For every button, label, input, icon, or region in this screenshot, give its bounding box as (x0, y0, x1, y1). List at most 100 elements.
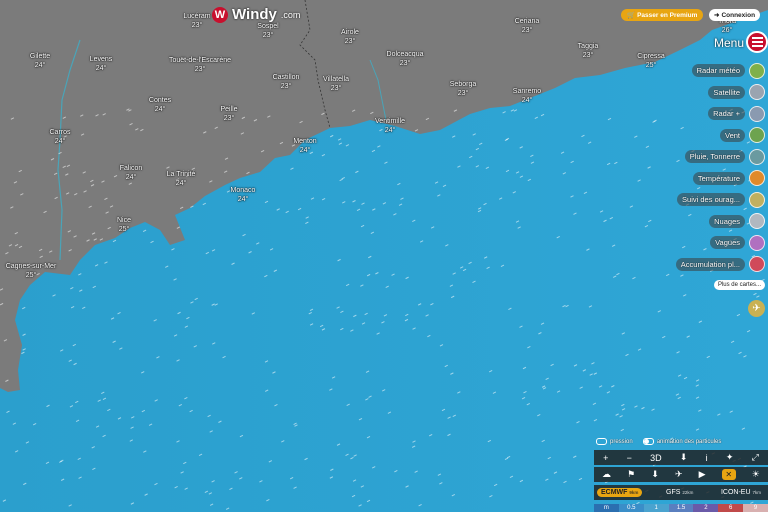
layer-label: Vagues (710, 236, 745, 249)
city-name: Ceriana (514, 18, 540, 25)
city-name: Touët-de-l'Escarène (168, 57, 232, 64)
city-label[interactable]: Touët-de-l'Escarène 23° (169, 56, 231, 74)
layer-item[interactable]: Nuages (709, 213, 765, 230)
layer-label: Température (692, 171, 745, 185)
info-icon[interactable]: i (706, 453, 708, 463)
city-label[interactable]: Taggia 23° (578, 42, 599, 60)
city-label[interactable]: Sanremo 24° (513, 87, 541, 105)
login-label: Connexion (721, 11, 756, 19)
sun-icon[interactable]: ☀ (752, 469, 760, 480)
layer-label: Accumulation pl... (675, 257, 745, 271)
city-label[interactable]: Carros 24° (49, 128, 70, 146)
city-temperature: 23° (262, 32, 274, 39)
legend-value: 6 (718, 504, 744, 512)
model-gfs[interactable]: GFS 22km (662, 488, 697, 497)
city-label[interactable]: Levens 24° (90, 55, 113, 73)
windy-logo[interactable]: W Windy .com (212, 6, 300, 23)
city-label[interactable]: Gilette 24° (30, 52, 50, 70)
more-maps-button[interactable]: Plus de cartes... (713, 280, 765, 290)
city-label[interactable]: Villatella 23° (323, 75, 349, 93)
city-label[interactable]: Monaco 24° (231, 186, 256, 204)
close-icon[interactable]: ✕ (721, 469, 736, 480)
layer-item[interactable]: Suivi des ourag... (677, 191, 765, 208)
layer-item[interactable]: Vagues (710, 234, 765, 251)
rain-accumulation-icon (749, 256, 765, 272)
city-temperature: 24° (299, 147, 311, 154)
layer-label: Nuages (709, 214, 745, 228)
city-label[interactable]: Menton 24° (293, 137, 316, 155)
layer-item[interactable]: Radar météo (691, 62, 765, 79)
download-icon[interactable]: ⬇ (680, 452, 688, 463)
arrow-down-icon[interactable]: ⬇ (651, 469, 659, 480)
legend-value: 2 (693, 504, 719, 512)
rain-icon (749, 148, 765, 165)
city-name: Contes (148, 97, 172, 104)
city-temperature: 23° (191, 22, 203, 29)
zoom-out-button[interactable]: − (627, 453, 632, 463)
layer-label: Suivi des ourag... (677, 193, 745, 206)
airplane-icon[interactable]: ✈ (748, 300, 765, 317)
model-icon-eu[interactable]: ICON-EU 7km (717, 488, 765, 497)
city-label[interactable]: Dolceacqua 23° (387, 50, 424, 68)
city-label[interactable]: Nice 25° (117, 216, 131, 234)
city-temperature: 23° (521, 27, 533, 34)
premium-button[interactable]: 🛒 Passer en Premium (621, 9, 704, 21)
layer-item[interactable]: Accumulation pl... (675, 256, 765, 273)
city-label[interactable]: Airole 23° (341, 28, 359, 46)
zoom-in-button[interactable]: + (603, 453, 608, 463)
model-selector: ECMWF 9km GFS 22km ICON-EU 7km (594, 485, 768, 500)
layer-item[interactable]: Satellite (708, 84, 765, 101)
3d-button[interactable]: 3D (650, 453, 662, 463)
city-temperature: 23° (457, 90, 469, 97)
city-name: La Trinité (166, 171, 196, 178)
wave-legend[interactable]: m 0.5 1 1.5 2 6 9 (594, 504, 768, 512)
city-temperature: 26° (721, 27, 733, 34)
layer-item[interactable]: Vent (719, 127, 765, 144)
clouds-icon (749, 213, 765, 229)
city-label[interactable]: Cagnes-sur-Mer 25° (6, 262, 57, 280)
city-label[interactable]: Ventimille 24° (375, 117, 405, 135)
layer-label: Pluie, Tonnerre (684, 150, 745, 163)
pressure-switch[interactable] (596, 438, 607, 445)
city-label[interactable]: La Trinité 24° (167, 170, 196, 188)
settings-icon[interactable]: ✦ (726, 452, 734, 463)
city-label[interactable]: Castillon 23° (273, 73, 300, 91)
pressure-toggle[interactable]: pression (596, 438, 633, 445)
layer-item[interactable]: Pluie, Tonnerre (684, 148, 765, 165)
legend-value: 0.5 (618, 504, 644, 512)
city-label[interactable]: Cipressa 25° (637, 52, 665, 70)
city-label[interactable]: Contes 24° (149, 96, 171, 114)
video-icon[interactable]: ▶ (699, 469, 706, 480)
legend-value: 1.5 (668, 504, 694, 512)
city-label[interactable]: Lucéram 23° (183, 12, 210, 30)
city-label[interactable]: Sospel 23° (257, 22, 278, 40)
particles-toggle[interactable]: animation des particules (642, 438, 721, 445)
city-label[interactable]: Seborga 23° (450, 80, 476, 98)
weather-map[interactable] (0, 0, 768, 512)
layer-item[interactable]: Température (692, 170, 765, 187)
city-name: Castillon (272, 74, 300, 81)
radar-meteo-icon (749, 62, 765, 79)
menu-label[interactable]: Menu (714, 36, 744, 50)
layer-item[interactable]: Radar + (708, 105, 765, 122)
fullscreen-icon[interactable]: ⤢ (752, 452, 759, 463)
city-name: Airole (341, 29, 359, 36)
particles-switch[interactable] (642, 438, 654, 445)
city-temperature: 24° (154, 106, 166, 113)
hurricane-icon (749, 191, 765, 208)
login-button[interactable]: ➜ Connexion (709, 9, 761, 21)
model-ecmwf[interactable]: ECMWF 9km (597, 488, 643, 497)
city-label[interactable]: Falicon 24° (120, 164, 143, 182)
flag-icon[interactable]: ⚑ (627, 469, 635, 480)
weather-icon[interactable]: ☁ (602, 469, 611, 480)
city-name: Ventimille (375, 118, 405, 125)
city-temperature: 24° (125, 174, 137, 181)
city-label[interactable]: Peille 23° (220, 105, 237, 123)
city-name: Villatella (323, 76, 349, 83)
plane-icon[interactable]: ✈ (675, 469, 683, 480)
city-temperature: 24° (521, 97, 533, 104)
city-temperature: 24° (34, 62, 46, 69)
city-label[interactable]: Ceriana 23° (515, 17, 540, 35)
hamburger-icon[interactable] (746, 31, 768, 53)
city-temperature: 25° (118, 226, 130, 233)
